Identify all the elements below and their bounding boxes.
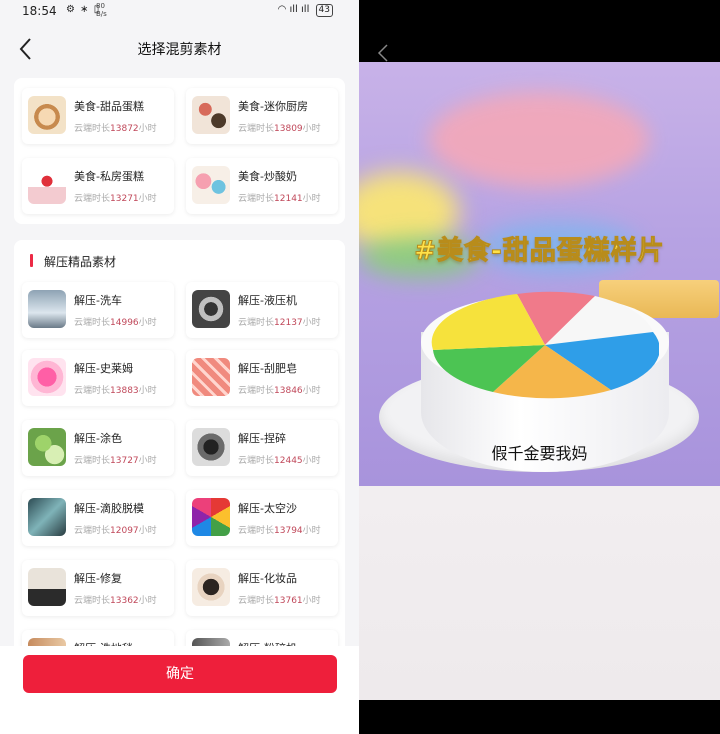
soap-cutting-thumbnail bbox=[192, 358, 230, 396]
status-time: 18:54 bbox=[22, 4, 57, 18]
video-lower-area bbox=[359, 486, 720, 700]
section-accent-bar bbox=[30, 254, 33, 267]
page-title: 选择混剪素材 bbox=[137, 42, 222, 58]
cake-rainbow-slices bbox=[431, 291, 659, 399]
cloud-duration: 云端时长13794小时 bbox=[238, 526, 321, 536]
video-overlay-title: #美食-甜品蛋糕样片 bbox=[414, 236, 665, 267]
cloud-duration: 云端时长13362小时 bbox=[74, 596, 157, 606]
signal-icon: ıll bbox=[289, 4, 298, 15]
cosmetics-thumbnail bbox=[192, 568, 230, 606]
material-item-resin-mold[interactable]: 解压-滴胶脱模 云端时长12097小时 bbox=[22, 490, 174, 546]
cloud-duration: 云端时长12137小时 bbox=[238, 318, 321, 328]
mini-kitchen-thumbnail bbox=[192, 96, 230, 134]
status-right-icons: ◠ ıll ıll 43 bbox=[278, 4, 333, 17]
cloud-duration: 云端时长13872小时 bbox=[74, 124, 157, 134]
car-wash-thumbnail bbox=[28, 290, 66, 328]
cloud-duration: 云端时长14996小时 bbox=[74, 318, 157, 328]
material-item-hydraulic-press[interactable]: 解压-液压机 云端时长12137小时 bbox=[186, 282, 338, 338]
resin-mold-thumbnail bbox=[28, 498, 66, 536]
material-picker-screen: 18:54 ⚙ ∗ ▯ 80 B/s ◠ ıll ıll 43 选择混剪素材 美… bbox=[0, 0, 359, 734]
food-material-card: 美食-甜品蛋糕 云端时长13872小时 美食-迷你厨房 云端时长13809小时 … bbox=[14, 78, 345, 224]
painting-thumbnail bbox=[28, 428, 66, 466]
material-item-mini-kitchen[interactable]: 美食-迷你厨房 云端时长13809小时 bbox=[186, 88, 338, 144]
video-player[interactable]: #美食-甜品蛋糕样片 假千金要我妈 bbox=[359, 62, 720, 486]
nav-bar: 选择混剪素材 bbox=[0, 22, 359, 74]
blurred-cake-slice bbox=[429, 92, 649, 187]
relax-material-card: 解压精品素材 解压-洗车 云端时长14996小时 解压-液压机 云端时长1213… bbox=[14, 240, 345, 686]
material-item-cosmetics[interactable]: 解压-化妆品 云端时长13761小时 bbox=[186, 560, 338, 616]
material-item-fried-yogurt[interactable]: 美食-炒酸奶 云端时长12141小时 bbox=[186, 158, 338, 214]
confirm-button[interactable]: 确定 bbox=[23, 655, 337, 693]
cloud-duration: 云端时长13883小时 bbox=[74, 386, 157, 396]
cloud-duration: 云端时长13846小时 bbox=[238, 386, 321, 396]
battery-icon: 43 bbox=[315, 4, 333, 17]
back-arrow-icon[interactable] bbox=[376, 43, 390, 63]
repair-thumbnail bbox=[28, 568, 66, 606]
slime-thumbnail bbox=[28, 358, 66, 396]
cloud-duration: 云端时长12445小时 bbox=[238, 456, 321, 466]
section-title: 解压精品素材 bbox=[44, 255, 117, 269]
wifi-icon: ◠ bbox=[277, 4, 287, 15]
material-item-painting[interactable]: 解压-涂色 云端时长13727小时 bbox=[22, 420, 174, 476]
material-item-car-wash[interactable]: 解压-洗车 云端时长14996小时 bbox=[22, 282, 174, 338]
fried-yogurt-thumbnail bbox=[192, 166, 230, 204]
footer-bar: 确定 bbox=[0, 646, 359, 734]
private-cake-thumbnail bbox=[28, 166, 66, 204]
video-preview-screen: #美食-甜品蛋糕样片 假千金要我妈 bbox=[359, 0, 720, 734]
material-item-crushing[interactable]: 解压-捏碎 云端时长12445小时 bbox=[186, 420, 338, 476]
material-item-slime[interactable]: 解压-史莱姆 云端时长13883小时 bbox=[22, 350, 174, 406]
hydraulic-press-thumbnail bbox=[192, 290, 230, 328]
material-item-repair[interactable]: 解压-修复 云端时长13362小时 bbox=[22, 560, 174, 616]
status-bar: 18:54 ⚙ ∗ ▯ 80 B/s ◠ ıll ıll 43 bbox=[0, 0, 359, 22]
material-item-dessert-cake[interactable]: 美食-甜品蛋糕 云端时长13872小时 bbox=[22, 88, 174, 144]
material-item-soap-cutting[interactable]: 解压-刮肥皂 云端时长13846小时 bbox=[186, 350, 338, 406]
material-item-private-cake[interactable]: 美食-私房蛋糕 云端时长13271小时 bbox=[22, 158, 174, 214]
signal-icon-2: ıll bbox=[301, 4, 310, 15]
cloud-duration: 云端时长12097小时 bbox=[74, 526, 157, 536]
cloud-duration: 云端时长13761小时 bbox=[238, 596, 321, 606]
dessert-cake-thumbnail bbox=[28, 96, 66, 134]
space-sand-thumbnail bbox=[192, 498, 230, 536]
cloud-duration: 云端时长13809小时 bbox=[238, 124, 321, 134]
video-subtitle: 假千金要我妈 bbox=[491, 444, 588, 463]
crushing-thumbnail bbox=[192, 428, 230, 466]
cloud-duration: 云端时长12141小时 bbox=[238, 194, 321, 204]
cloud-duration: 云端时长13727小时 bbox=[74, 456, 157, 466]
material-item-space-sand[interactable]: 解压-太空沙 云端时长13794小时 bbox=[186, 490, 338, 546]
network-speed: 80 B/s bbox=[96, 2, 107, 18]
cloud-duration: 云端时长13271小时 bbox=[74, 194, 157, 204]
